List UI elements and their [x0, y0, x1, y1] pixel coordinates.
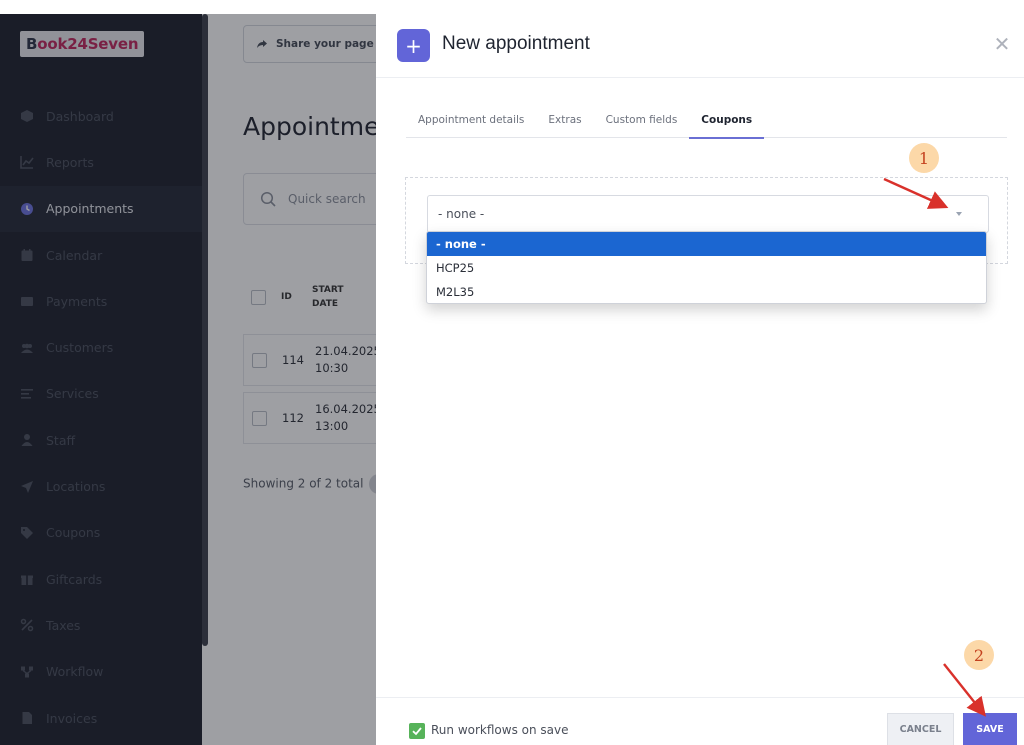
sidebar-item-label: Workflow — [46, 664, 104, 680]
row-time: 13:00 — [315, 419, 349, 433]
column-start-date[interactable]: START DATE — [312, 283, 344, 311]
sidebar-nav: Dashboard Reports Appointments Calendar … — [0, 93, 202, 741]
modal-footer: Run workflows on save CANCEL SAVE — [376, 697, 1024, 745]
pagination-info: Showing 2 of 2 total — [243, 474, 376, 494]
tab-extras[interactable]: Extras — [536, 106, 593, 138]
row-checkbox[interactable] — [252, 352, 267, 368]
row-id: 112 — [282, 411, 304, 425]
row-date: 16.04.2025 — [315, 402, 376, 416]
sidebar-item-label: Locations — [46, 479, 106, 495]
app-logo[interactable]: Book24Seven — [20, 31, 144, 57]
row-date: 21.04.2025 — [315, 344, 376, 358]
tag-icon — [20, 526, 34, 540]
cube-icon — [20, 109, 34, 123]
table-row[interactable]: 112 16.04.2025 13:00 — [243, 392, 376, 444]
person-icon — [20, 433, 34, 447]
location-arrow-icon — [20, 480, 34, 494]
list-icon — [20, 387, 34, 401]
clock-icon — [20, 202, 34, 216]
row-checkbox[interactable] — [252, 410, 267, 426]
coupon-option-hcp25[interactable]: HCP25 — [427, 256, 986, 280]
sidebar-item-label: Payments — [46, 293, 108, 309]
modal-title: New appointment — [442, 33, 590, 54]
cancel-button[interactable]: CANCEL — [887, 713, 954, 745]
modal-tabs: Appointment details Extras Custom fields… — [406, 106, 1007, 139]
sidebar-item-label: Staff — [46, 432, 76, 448]
column-id[interactable]: ID — [281, 292, 312, 302]
sidebar-item-calendar[interactable]: Calendar — [0, 232, 202, 278]
annotation-step-1: 1 — [909, 143, 939, 173]
sidebar-item-appointments[interactable]: Appointments — [0, 185, 202, 232]
tab-custom-fields[interactable]: Custom fields — [594, 106, 690, 138]
share-page-label: Share your page — [276, 38, 374, 50]
sidebar-item-label: Customers — [46, 340, 114, 356]
page-title: Appointments — [243, 112, 376, 141]
logo-text-b: B — [26, 35, 38, 53]
sidebar-item-workflow[interactable]: Workflow — [0, 649, 202, 695]
wallet-icon — [20, 294, 34, 308]
coupon-option-none[interactable]: - none - — [427, 232, 986, 256]
file-icon — [20, 711, 34, 725]
chart-icon — [20, 155, 34, 170]
workflow-icon — [20, 665, 34, 679]
sidebar-item-label: Dashboard — [46, 108, 114, 124]
sidebar-item-taxes[interactable]: Taxes — [0, 602, 202, 648]
sidebar-item-label: Reports — [46, 154, 94, 170]
sidebar-item-staff[interactable]: Staff — [0, 417, 202, 463]
annotation-step-2: 2 — [964, 640, 994, 670]
coupon-select-value: - none - — [438, 207, 485, 221]
row-id: 114 — [282, 353, 304, 367]
plus-icon: + — [397, 29, 430, 62]
sidebar-item-label: Calendar — [46, 247, 103, 263]
sidebar-item-label: Taxes — [46, 617, 81, 633]
sidebar-item-giftcards[interactable]: Giftcards — [0, 556, 202, 602]
search-icon — [260, 191, 276, 207]
share-page-button[interactable]: Share your page — [243, 25, 376, 63]
users-icon — [20, 341, 34, 355]
tab-coupons[interactable]: Coupons — [689, 106, 765, 139]
sidebar-item-dashboard[interactable]: Dashboard — [0, 93, 202, 139]
logo-text-rest: ook24Seven — [37, 35, 139, 53]
coupon-select[interactable]: - none - — [427, 195, 989, 233]
table-header: ID START DATE — [243, 272, 376, 322]
sidebar-item-label: Services — [46, 386, 99, 402]
save-button[interactable]: SAVE — [963, 713, 1017, 745]
search-placeholder: Quick search — [288, 192, 366, 206]
table-row[interactable]: 114 21.04.2025 10:30 — [243, 334, 376, 386]
sidebar-item-label: Appointments — [46, 201, 134, 217]
chevron-down-icon[interactable] — [956, 212, 962, 216]
quick-search-input[interactable]: Quick search — [243, 173, 376, 225]
calendar-icon — [20, 248, 34, 262]
sidebar-item-invoices[interactable]: Invoices — [0, 695, 202, 741]
sidebar-item-label: Giftcards — [46, 571, 103, 587]
sidebar-item-locations[interactable]: Locations — [0, 463, 202, 509]
percent-icon — [20, 618, 34, 632]
gift-icon — [20, 572, 34, 586]
sidebar-item-payments[interactable]: Payments — [0, 278, 202, 324]
coupon-option-m2l35[interactable]: M2L35 — [427, 280, 986, 303]
modal-header: + New appointment ✕ — [376, 14, 1024, 78]
sidebar-item-coupons[interactable]: Coupons — [0, 510, 202, 556]
close-icon[interactable]: ✕ — [993, 34, 1011, 54]
coupon-dropdown-list: - none - HCP25 M2L35 — [426, 231, 987, 304]
check-icon — [412, 727, 422, 736]
new-appointment-modal: + New appointment ✕ Appointment details … — [376, 14, 1024, 745]
sidebar-item-reports[interactable]: Reports — [0, 139, 202, 185]
select-all-checkbox[interactable] — [251, 289, 266, 305]
sidebar-item-label: Coupons — [46, 525, 101, 541]
tab-appointment-details[interactable]: Appointment details — [406, 106, 536, 138]
run-workflows-checkbox[interactable] — [409, 723, 425, 739]
sidebar-item-services[interactable]: Services — [0, 371, 202, 417]
run-workflows-label: Run workflows on save — [431, 723, 569, 737]
sidebar: Book24Seven Dashboard Reports Appointmen… — [0, 0, 202, 745]
sidebar-item-customers[interactable]: Customers — [0, 324, 202, 370]
appointments-page: Share your page Appointments Quick searc… — [208, 0, 376, 745]
row-time: 10:30 — [315, 361, 349, 375]
share-icon — [257, 40, 267, 48]
sidebar-item-label: Invoices — [46, 710, 98, 726]
